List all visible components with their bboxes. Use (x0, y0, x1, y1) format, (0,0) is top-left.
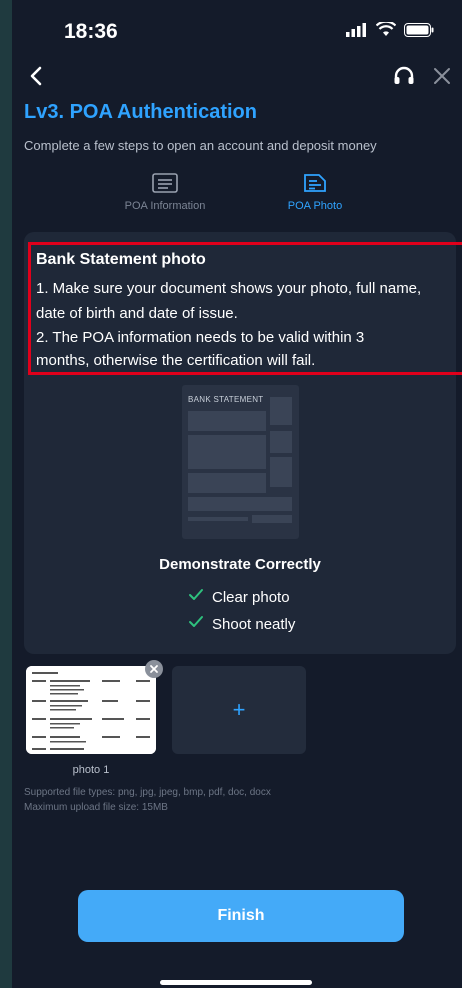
check-icon (188, 615, 204, 633)
home-indicator (160, 980, 312, 985)
finish-button[interactable]: Finish (78, 890, 404, 942)
supported-file-types: Supported file types: png, jpg, jpeg, bm… (24, 787, 271, 798)
photo-label: photo 1 (72, 764, 110, 776)
check-icon (188, 588, 204, 606)
status-time: 18:36 (64, 20, 118, 43)
status-icons (346, 22, 434, 37)
tab-poa-photo[interactable]: POA Photo (240, 170, 390, 212)
wifi-icon (376, 22, 396, 36)
max-file-size: Maximum upload file size: 15MB (24, 802, 168, 813)
battery-icon (404, 22, 434, 37)
close-icon[interactable] (428, 62, 456, 90)
plus-icon: + (232, 697, 246, 722)
photo-doc-icon (240, 170, 390, 196)
phone-screen: 18:36 Lv3. POA Authentication Complete a… (12, 0, 462, 988)
check-label: Shoot neatly (212, 615, 296, 633)
check-item: Shoot neatly (188, 615, 295, 633)
step-tabs: POA Information POA Photo (12, 170, 462, 220)
page-title: Lv3. POA Authentication (24, 101, 257, 123)
check-label: Clear photo (212, 588, 290, 606)
signal-icon (346, 22, 366, 37)
check-item: Clear photo (188, 588, 290, 606)
nav-bar (12, 60, 462, 96)
status-bar: 18:36 (12, 0, 462, 60)
page-subtitle: Complete a few steps to open an account … (24, 138, 377, 153)
back-icon[interactable] (22, 62, 50, 90)
remove-photo-icon[interactable] (145, 660, 163, 678)
list-doc-icon (90, 170, 240, 196)
headset-icon[interactable] (390, 62, 418, 90)
tab-poa-information[interactable]: POA Information (90, 170, 240, 212)
instruction-highlight-box (28, 242, 462, 375)
uploaded-photo-thumbnail[interactable] (26, 666, 156, 754)
sample-bank-statement-image: BANK STATEMENT (182, 385, 299, 539)
add-photo-button[interactable]: + (172, 666, 306, 754)
demo-title: Demonstrate Correctly (159, 556, 321, 573)
tab-label: POA Photo (287, 200, 343, 212)
tab-label: POA Information (124, 200, 206, 212)
